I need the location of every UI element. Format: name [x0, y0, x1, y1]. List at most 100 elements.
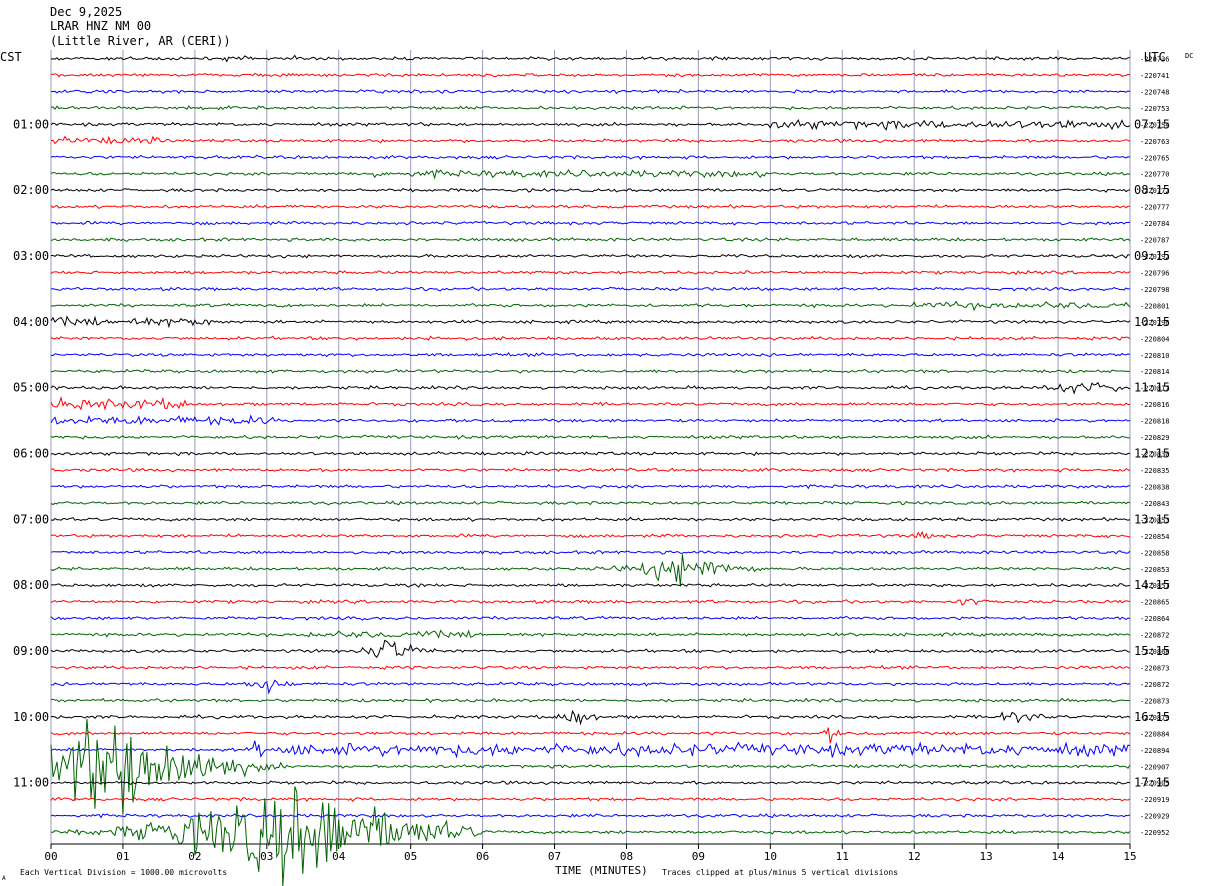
trace-row-12: [51, 253, 1131, 259]
dc-offset-label: -220817: [1140, 385, 1170, 393]
trace-row-10: [50, 220, 1131, 226]
trace-row-14: [50, 286, 1130, 292]
x-tick-label: 09: [692, 850, 705, 863]
dc-offset-label: -220952: [1140, 829, 1170, 837]
trace-row-0: [50, 54, 1131, 63]
dc-offset-label: -220796: [1140, 319, 1170, 327]
left-time-label: 08:00: [13, 578, 49, 592]
dc-offset-label: -220777: [1140, 204, 1170, 212]
dc-offset-label: -220796: [1140, 269, 1170, 277]
trace-row-37: [50, 664, 1131, 671]
left-time-label: 03:00: [13, 249, 49, 263]
x-tick-label: 05: [404, 850, 417, 863]
dc-offset-label: -220872: [1140, 681, 1170, 689]
dc-offset-label: -220853: [1140, 566, 1170, 574]
x-tick-label: 14: [1051, 850, 1065, 863]
dc-offset-label: -220843: [1140, 500, 1170, 508]
dc-offset-label: -220798: [1140, 286, 1170, 294]
dc-offset-label: -220873: [1140, 697, 1170, 705]
header-station: LRAR HNZ NM 00: [50, 19, 151, 33]
trace-row-40: [50, 709, 1131, 726]
dc-offset-label: -220884: [1140, 730, 1170, 738]
dc-offset-label: -220864: [1140, 615, 1170, 623]
dc-offset-label: -220748: [1140, 88, 1170, 96]
dc-offset-label: -220763: [1140, 138, 1170, 146]
trace-row-1: [50, 72, 1131, 78]
x-tick-label: 02: [188, 850, 201, 863]
dc-offset-label: -220919: [1140, 796, 1170, 804]
trace-row-24: [50, 450, 1131, 457]
dc-offset-label: -220879: [1140, 714, 1170, 722]
x-tick-label: 06: [476, 850, 489, 863]
x-tick-label: 07: [548, 850, 561, 863]
trace-row-41: [50, 727, 1131, 744]
trace-row-34: [50, 615, 1131, 621]
dc-offset-label: -220873: [1140, 665, 1170, 673]
dc-offset-label: -220894: [1140, 747, 1170, 755]
grid-lines: [50, 50, 1131, 849]
dc-offset-label: -220838: [1140, 483, 1170, 491]
trace-row-39: [50, 697, 1131, 704]
dc-offset-label: -220905: [1140, 780, 1170, 788]
scale-note: Each Vertical Division = 1000.00 microvo…: [20, 868, 227, 877]
dc-offset-label: -220801: [1140, 302, 1170, 310]
trace-row-22: [50, 414, 1131, 426]
dc-offset-label: -220792: [1140, 253, 1170, 261]
x-tick-label: 08: [620, 850, 633, 863]
dc-offset-label: -220835: [1140, 467, 1170, 475]
trace-row-7: [50, 169, 1131, 180]
dc-offset-label: -220872: [1140, 632, 1170, 640]
dc-offset-label: -220829: [1140, 434, 1170, 442]
dc-offset-label: -220818: [1140, 418, 1170, 426]
trace-row-38: [50, 679, 1131, 695]
dc-offset-label: -220810: [1140, 352, 1170, 360]
dc-offset-label: -220741: [1140, 72, 1170, 80]
header-date: Dec 9,2025: [50, 5, 122, 19]
trace-row-18: [50, 352, 1131, 358]
trace-row-30: [50, 549, 1131, 555]
x-tick-label: 01: [116, 850, 129, 863]
x-tick-label: 03: [260, 850, 273, 863]
dc-offset-label: -220816: [1140, 401, 1170, 409]
trace-row-32: [51, 582, 1131, 588]
clip-note: Traces clipped at plus/minus 5 vertical …: [662, 868, 898, 877]
left-time-label: 09:00: [13, 644, 49, 658]
dc-offset-label: -220865: [1140, 599, 1170, 607]
trace-row-27: [50, 500, 1131, 506]
trace-row-11: [50, 237, 1131, 242]
x-tick-label: 11: [836, 850, 849, 863]
trace-row-9: [50, 203, 1130, 210]
left-time-label: 06:00: [13, 447, 49, 461]
trace-row-23: [50, 434, 1131, 440]
dc-offset-label: -220772: [1140, 187, 1170, 195]
trace-row-8: [50, 187, 1131, 193]
trace-row-20: [50, 381, 1131, 395]
trace-row-17: [50, 335, 1131, 341]
left-timezone-label: CST: [0, 50, 22, 64]
trace-row-28: [50, 516, 1131, 523]
left-time-label: 10:00: [13, 710, 49, 724]
trace-row-19: [50, 368, 1131, 374]
dc-offset-label: -220784: [1140, 220, 1170, 228]
left-time-label: 11:00: [13, 776, 49, 790]
dc-offset-label: -220868: [1140, 648, 1170, 656]
dc-offset-label: -220858: [1140, 549, 1170, 557]
helicorder-chart: 00 01 02 03 04 05 06 07 08 09 10 11 12 13 14 15 01:00 02:…: [0, 5, 1193, 886]
dc-offset-label: -220787: [1140, 237, 1170, 245]
trace-row-26: [50, 484, 1131, 490]
dc-offset-label: -220854: [1140, 533, 1170, 541]
seismic-traces: [50, 54, 1131, 886]
left-time-label: 07:00: [13, 512, 49, 526]
trace-row-21: [50, 395, 1130, 411]
trace-row-13: [50, 269, 1131, 276]
x-tick-label: 15: [1123, 850, 1136, 863]
axis-labels: 00 01 02 03 04 05 06 07 08 09 10 11 12 13 14 15 01:00 02:…: [13, 56, 1170, 864]
trace-row-46: [50, 813, 1131, 819]
trace-row-33: [50, 598, 1131, 606]
trace-row-35: [50, 629, 1131, 639]
trace-row-31: [50, 554, 1131, 587]
trace-row-3: [50, 105, 1131, 111]
corner-mark: A: [2, 875, 6, 882]
dc-offset-label: -220754: [1140, 121, 1170, 129]
dc-offset-label: -220753: [1140, 105, 1170, 113]
